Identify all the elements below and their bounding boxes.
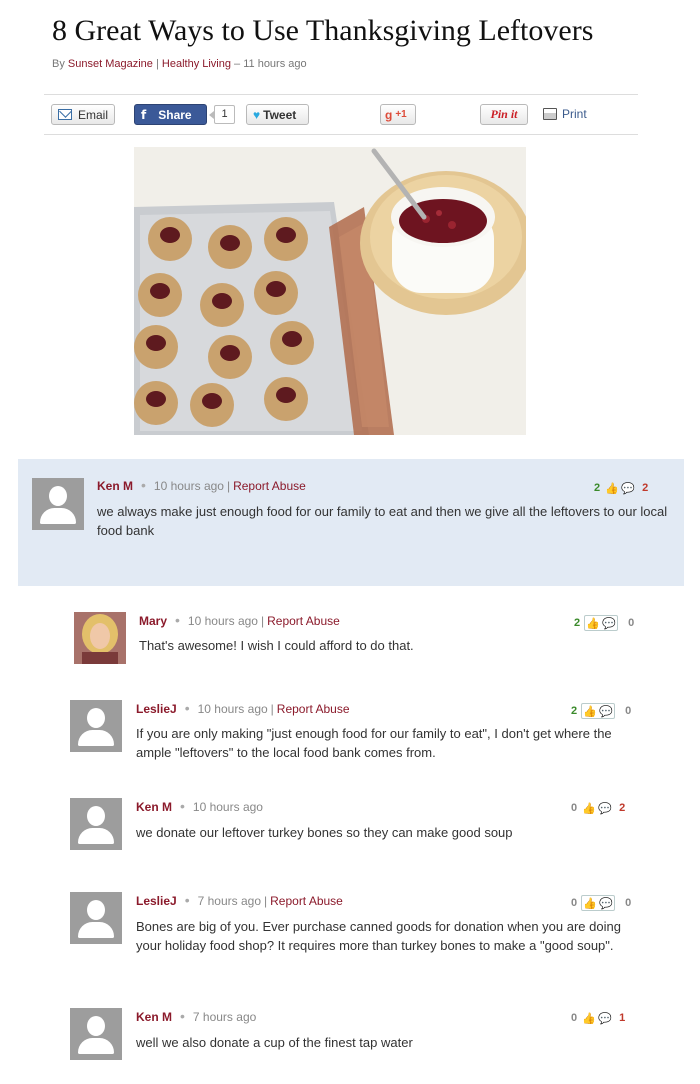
- vote-controls: 0 👍 💬 0: [571, 895, 631, 911]
- cookies-photo: [134, 147, 526, 435]
- commenter-name[interactable]: Ken M: [97, 479, 133, 493]
- reply-icon[interactable]: 💬: [620, 481, 636, 495]
- comment-meta: LeslieJ • 10 hours ago | Report Abuse: [136, 700, 350, 716]
- comment-time: 10 hours ago: [153, 479, 224, 493]
- comment-time: 7 hours ago: [197, 894, 261, 908]
- print-label: Print: [562, 107, 587, 121]
- avatar[interactable]: [70, 892, 122, 944]
- comment-time: 10 hours ago: [192, 800, 263, 814]
- commenter-name[interactable]: Mary: [139, 614, 167, 628]
- comment-text: That's awesome! I wish I could afford to…: [139, 638, 414, 653]
- downvote-count: 0: [625, 897, 632, 909]
- google-plus-icon: g: [385, 107, 393, 122]
- upvote-count: 2: [571, 705, 578, 717]
- comment-meta: LeslieJ • 7 hours ago | Report Abuse: [136, 892, 343, 908]
- comment-text: well we also donate a cup of the finest …: [136, 1035, 413, 1050]
- upvote-count: 2: [594, 482, 601, 494]
- avatar[interactable]: [32, 478, 84, 530]
- share-count: 1: [209, 105, 235, 124]
- tweet-label: Tweet: [263, 107, 297, 122]
- upvote-count: 2: [574, 617, 581, 629]
- category-link[interactable]: Healthy Living: [162, 58, 231, 70]
- google-plus-label: +1: [395, 109, 407, 120]
- comment-text: If you are only making "just enough food…: [136, 726, 612, 760]
- reply-icon[interactable]: 💬: [601, 616, 617, 630]
- report-abuse-link[interactable]: Report Abuse: [277, 702, 350, 716]
- comment-meta: Ken M • 10 hours ago | Report Abuse: [97, 477, 306, 493]
- pin-it-button[interactable]: Pin it: [480, 104, 528, 125]
- email-button[interactable]: Email: [51, 104, 115, 125]
- comment-time: 10 hours ago: [187, 614, 258, 628]
- avatar[interactable]: [74, 612, 126, 664]
- thumbs-up-icon[interactable]: 👍: [581, 801, 597, 815]
- print-link[interactable]: Print: [543, 107, 587, 121]
- reply-icon[interactable]: 💬: [597, 801, 613, 815]
- report-abuse-link[interactable]: Report Abuse: [270, 894, 343, 908]
- thumbs-up-icon[interactable]: 👍: [604, 481, 620, 495]
- tweet-button[interactable]: ♥ Tweet: [246, 104, 309, 125]
- avatar[interactable]: [70, 1008, 122, 1060]
- comment-text: Bones are big of you. Ever purchase cann…: [136, 919, 621, 953]
- envelope-icon: [58, 109, 72, 120]
- printer-icon: [543, 108, 557, 120]
- facebook-icon: f: [141, 107, 147, 122]
- comment-text: we always make just enough food for our …: [97, 504, 668, 538]
- commenter-name[interactable]: LeslieJ: [136, 702, 177, 716]
- upvote-count: 0: [571, 802, 578, 814]
- vote-controls: 0 👍 💬 2: [571, 801, 625, 815]
- facebook-share-button[interactable]: f Share: [134, 104, 207, 125]
- upvote-count: 0: [571, 897, 578, 909]
- reply-icon[interactable]: 💬: [598, 896, 614, 910]
- comment-time: 10 hours ago: [197, 702, 268, 716]
- comment-text: we donate our leftover turkey bones so t…: [136, 825, 513, 840]
- reply-icon[interactable]: 💬: [597, 1011, 613, 1025]
- vote-controls: 0 👍 💬 1: [571, 1011, 625, 1025]
- commenter-name[interactable]: Ken M: [136, 800, 172, 814]
- report-abuse-link[interactable]: Report Abuse: [233, 479, 306, 493]
- downvote-count: 0: [628, 617, 635, 629]
- thumbs-up-icon[interactable]: 👍: [581, 1011, 597, 1025]
- comment-meta: Ken M • 10 hours ago: [136, 798, 263, 814]
- publish-time: – 11 hours ago: [234, 58, 307, 70]
- commenter-name[interactable]: Ken M: [136, 1010, 172, 1024]
- twitter-bird-icon: ♥: [253, 107, 261, 122]
- avatar[interactable]: [70, 700, 122, 752]
- report-abuse-link[interactable]: Report Abuse: [267, 614, 340, 628]
- comment-time: 7 hours ago: [192, 1010, 257, 1024]
- google-plus-button[interactable]: g +1: [380, 104, 416, 125]
- downvote-count: 2: [619, 802, 626, 814]
- share-label: Share: [158, 107, 192, 122]
- mary-photo: [74, 612, 126, 664]
- thumbs-up-icon[interactable]: 👍: [585, 616, 601, 630]
- commenter-name[interactable]: LeslieJ: [136, 894, 177, 908]
- comment-meta: Ken M • 7 hours ago: [136, 1008, 257, 1024]
- vote-controls: 2 👍 💬 0: [571, 703, 631, 719]
- reply-icon[interactable]: 💬: [598, 704, 614, 718]
- downvote-count: 1: [619, 1012, 626, 1024]
- downvote-count: 0: [625, 705, 632, 717]
- byline-separator: |: [155, 58, 159, 70]
- avatar[interactable]: [70, 798, 122, 850]
- article-title: 8 Great Ways to Use Thanksgiving Leftove…: [52, 14, 594, 47]
- downvote-count: 2: [642, 482, 649, 494]
- email-label: Email: [77, 107, 108, 122]
- byline-prefix: By: [52, 58, 65, 70]
- share-bar: Email f Share 1 ♥ Tweet g +1 Pin it Prin…: [44, 94, 638, 135]
- hero-image: [134, 147, 526, 435]
- thumbs-up-icon[interactable]: 👍: [582, 704, 598, 718]
- upvote-count: 0: [571, 1012, 578, 1024]
- byline: By Sunset Magazine | Healthy Living – 11…: [52, 58, 307, 70]
- vote-controls: 2 👍 💬 0: [574, 615, 634, 631]
- author-link[interactable]: Sunset Magazine: [68, 58, 153, 70]
- thumbs-up-icon[interactable]: 👍: [582, 896, 598, 910]
- comment-meta: Mary • 10 hours ago | Report Abuse: [139, 612, 340, 628]
- vote-controls: 2 👍 💬 2: [594, 481, 648, 495]
